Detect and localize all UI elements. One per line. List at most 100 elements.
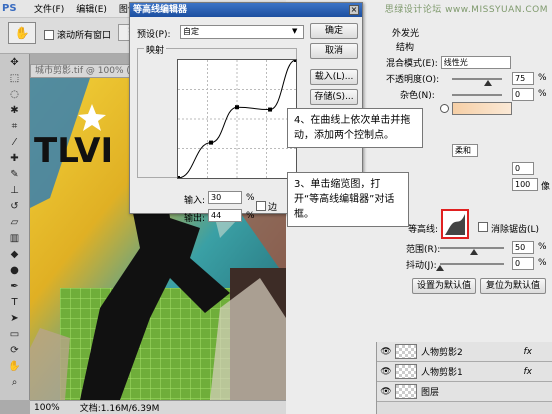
eye-icon[interactable]: 👁 xyxy=(380,347,391,357)
scroll-all-windows-option[interactable]: 滚动所有窗口 xyxy=(44,28,111,41)
size-unit: 像 xyxy=(541,182,551,192)
curve-control-point[interactable] xyxy=(294,58,298,62)
set-default-button[interactable]: 设置为默认值 xyxy=(412,278,476,294)
anti-alias-checkbox[interactable] xyxy=(478,222,488,232)
cancel-button[interactable]: 取消 xyxy=(310,43,358,59)
layer-row[interactable]: 👁 人物剪影2 fx xyxy=(377,342,552,362)
gradient-radio[interactable] xyxy=(440,104,449,113)
opacity-slider-track[interactable] xyxy=(452,78,502,80)
eraser-tool-icon[interactable]: ▱ xyxy=(0,214,29,230)
noise-label: 杂色(N): xyxy=(400,91,435,101)
save-button[interactable]: 存储(S)... xyxy=(310,89,358,105)
preset-select[interactable]: 自定 xyxy=(180,25,304,39)
hand-tool-icon[interactable]: ✋ xyxy=(0,358,29,374)
wand-tool-icon[interactable]: ✱ xyxy=(0,102,29,118)
layer-name: 人物剪影1 xyxy=(421,368,463,378)
layer-row[interactable]: 👁 人物剪影1 fx xyxy=(377,362,552,382)
gradient-tool-icon[interactable]: ▥ xyxy=(0,230,29,246)
range-input[interactable]: 50 xyxy=(512,241,534,254)
contour-curve[interactable] xyxy=(176,58,298,180)
chevron-down-icon[interactable]: ▼ xyxy=(292,27,297,35)
dodge-tool-icon[interactable]: ● xyxy=(0,262,29,278)
output-field[interactable]: 44 xyxy=(208,209,242,222)
lasso-tool-icon[interactable]: ◌ xyxy=(0,86,29,102)
stamp-tool-icon[interactable]: ⊥ xyxy=(0,182,29,198)
move-tool-icon[interactable]: ✥ xyxy=(0,54,29,70)
opacity-input[interactable]: 75 xyxy=(512,72,534,85)
noise-slider-track[interactable] xyxy=(452,94,502,96)
layers-panel: 👁 人物剪影2 fx 👁 人物剪影1 fx 👁 图层 xyxy=(376,342,552,414)
crop-tool-icon[interactable]: ⌗ xyxy=(0,118,29,134)
output-pct: % xyxy=(246,211,255,221)
type-tool-icon[interactable]: T xyxy=(0,294,29,310)
toolbox: ✥ ⬚ ◌ ✱ ⌗ ⁄ ✚ ✎ ⊥ ↺ ▱ ▥ ◆ ● ✒ T ➤ ▭ ⟳ ✋ … xyxy=(0,54,30,400)
input-field[interactable]: 30 xyxy=(208,191,242,204)
contour-label: 等高线: xyxy=(408,225,439,235)
site-watermark: 思绿设计论坛 www.MISSYUAN.COM xyxy=(384,5,548,15)
output-label: 输出: xyxy=(184,214,206,224)
contour-thumbnail-icon xyxy=(445,214,465,235)
dialog-title: 等高线编辑器 xyxy=(130,3,362,17)
blur-tool-icon[interactable]: ◆ xyxy=(0,246,29,262)
size-input[interactable]: 100 xyxy=(512,178,538,191)
range-slider-knob[interactable] xyxy=(470,249,478,255)
noise-row: 杂色(N): xyxy=(400,88,435,101)
anti-alias-label: 消除锯齿(L) xyxy=(491,225,540,235)
jitter-input[interactable]: 0 xyxy=(512,257,534,270)
contour-thumbnail[interactable] xyxy=(441,209,469,239)
load-button[interactable]: 载入(L)... xyxy=(310,69,358,85)
layer-name: 人物剪影2 xyxy=(421,348,463,358)
layer-row[interactable]: 👁 图层 xyxy=(377,382,552,402)
brush-tool-icon[interactable]: ✎ xyxy=(0,166,29,182)
reset-default-button[interactable]: 复位为默认值 xyxy=(480,278,546,294)
jitter-label: 抖动(J): xyxy=(406,261,437,271)
shape-tool-icon[interactable]: ▭ xyxy=(0,326,29,342)
mapping-label: 映射 xyxy=(144,43,167,56)
close-icon[interactable]: × xyxy=(349,5,359,15)
marquee-tool-icon[interactable]: ⬚ xyxy=(0,70,29,86)
curve-control-point[interactable] xyxy=(268,107,273,112)
curve-control-point[interactable] xyxy=(209,140,214,145)
blend-mode-select[interactable]: 线性光 xyxy=(440,56,511,69)
path-select-icon[interactable]: ➤ xyxy=(0,310,29,326)
contour-graph[interactable] xyxy=(176,58,298,180)
menu-file[interactable]: 文件(F) xyxy=(28,2,70,15)
curve-control-point[interactable] xyxy=(176,176,180,180)
zoom-level[interactable]: 100% xyxy=(34,403,60,413)
pen-tool-icon[interactable]: ✒ xyxy=(0,278,29,294)
noise-input[interactable]: 0 xyxy=(512,88,534,101)
blend-mode-label: 混合模式(E): xyxy=(386,59,438,69)
heal-tool-icon[interactable]: ✚ xyxy=(0,150,29,166)
spread-input[interactable]: 0 xyxy=(512,162,534,175)
corner-checkbox[interactable] xyxy=(256,201,266,211)
fx-icon[interactable]: fx xyxy=(524,367,552,377)
input-label: 输入: xyxy=(184,196,206,206)
fx-icon[interactable]: fx xyxy=(524,347,552,357)
input-pct: % xyxy=(246,193,255,203)
jitter-slider-track[interactable] xyxy=(440,263,504,265)
ok-button[interactable]: 确定 xyxy=(310,23,358,39)
jitter-pct: % xyxy=(538,258,547,268)
glow-gradient-swatch[interactable] xyxy=(452,102,512,115)
zoom-tool-icon[interactable]: ⌕ xyxy=(0,374,29,390)
hand-tool-preset[interactable]: ✋ xyxy=(8,22,36,44)
history-brush-icon[interactable]: ↺ xyxy=(0,198,29,214)
opacity-row: 不透明度(O): xyxy=(386,72,439,85)
scroll-all-checkbox[interactable] xyxy=(44,29,54,40)
corner-label: 边 xyxy=(268,203,278,213)
eye-icon[interactable]: 👁 xyxy=(380,367,391,377)
canvas-art-text: TLVI xyxy=(34,131,113,171)
layer-thumbnail xyxy=(395,364,417,379)
eye-icon[interactable]: 👁 xyxy=(380,387,391,397)
layer-name: 图层 xyxy=(421,388,440,398)
eyedropper-tool-icon[interactable]: ⁄ xyxy=(0,134,29,150)
range-label: 范围(R): xyxy=(406,245,441,255)
technique-select[interactable]: 柔和 xyxy=(452,144,478,157)
document-size: 文档:1.16M/6.39M xyxy=(79,404,160,414)
opacity-slider-knob[interactable] xyxy=(484,80,492,86)
menu-edit[interactable]: 编辑(E) xyxy=(70,2,113,15)
curve-control-point[interactable] xyxy=(235,105,239,110)
photoshop-window: PS 文件(F) 编辑(E) 图像(I) ✋ 滚动所有窗口 实际像素 ✥ ⬚ ◌… xyxy=(0,0,552,414)
jitter-slider-knob[interactable] xyxy=(436,265,444,271)
3d-tool-icon[interactable]: ⟳ xyxy=(0,342,29,358)
